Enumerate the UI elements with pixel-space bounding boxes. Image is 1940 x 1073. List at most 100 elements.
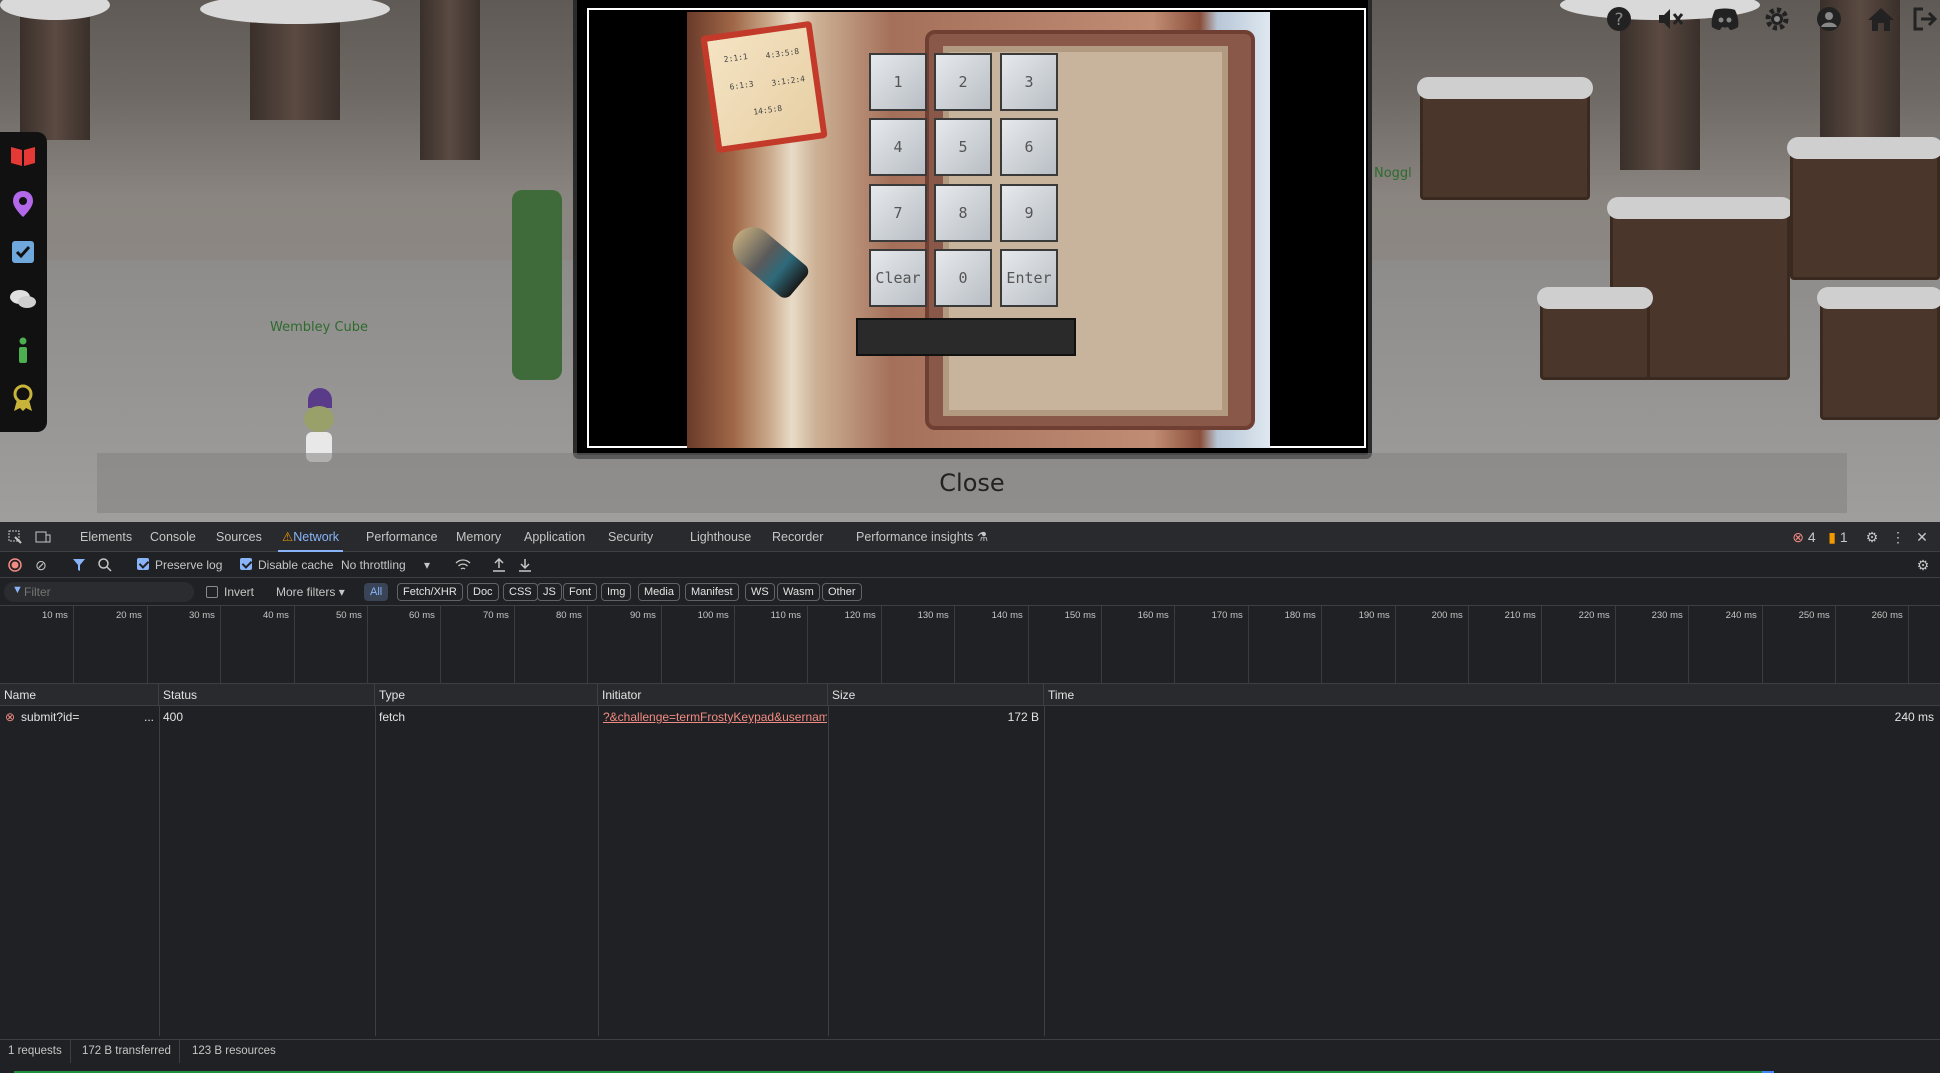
tab-security[interactable]: Security [604,522,657,552]
type-filter-other[interactable]: Other [822,583,862,601]
key-0[interactable]: 0 [934,249,992,307]
more-filters-label: More filters [276,585,336,599]
preserve-log-checkbox[interactable] [137,558,149,570]
tab-performance[interactable]: Performance [362,522,442,552]
close-devtools-icon[interactable]: ✕ [1914,522,1930,552]
tab-console[interactable]: Console [146,522,200,552]
type-filter-media[interactable]: Media [638,583,680,601]
tab-lighthouse[interactable]: Lighthouse [686,522,755,552]
help-icon[interactable]: ? [1604,4,1634,34]
inspect-element-icon[interactable] [6,522,24,552]
type-filter-font[interactable]: Font [563,583,598,601]
crate [1417,77,1593,200]
type-filter-js[interactable]: JS [537,583,562,601]
column-header-initiator[interactable]: Initiator [598,684,828,706]
column-header-name[interactable]: Name [0,684,159,706]
issue-count: 1 [1839,529,1848,545]
throttling-select[interactable]: No throttling [341,552,406,578]
account-icon[interactable] [1814,4,1844,34]
tab-application[interactable]: Application [520,522,589,552]
type-filter-wasm[interactable]: Wasm [777,583,820,601]
filter-input[interactable] [4,582,194,602]
table-row[interactable]: ⊗ submit?id= ... 400 fetch ?&challenge=t… [0,706,1940,728]
info-icon[interactable] [9,336,37,364]
import-har-icon[interactable] [490,552,508,578]
close-button[interactable]: Close [97,453,1847,513]
logout-icon[interactable] [1910,4,1940,34]
note-line: 3:1:2:4 [770,74,806,88]
record-icon[interactable] [6,552,24,578]
chat-icon[interactable] [9,286,37,314]
network-timeline-overview[interactable]: 10 ms 20 ms 30 ms 40 ms 50 ms 60 ms 70 ms 80 ms… [0,606,1940,684]
key-clear[interactable]: Clear [869,249,927,307]
clear-log-icon[interactable]: ⊘ [32,552,50,578]
timeline-tick-label: 80 ms [556,610,582,621]
error-icon: ⊗ [1792,528,1805,545]
chevron-down-icon[interactable]: ▾ [424,552,430,578]
key-3[interactable]: 3 [1000,53,1058,111]
type-filter-all[interactable]: All [364,583,389,601]
search-icon[interactable] [96,552,114,578]
more-filters-dropdown[interactable]: More filters ▾ [276,579,345,605]
badge-icon[interactable] [9,384,37,412]
book-icon[interactable] [9,142,37,170]
settings-gear-icon[interactable]: ⚙ [1862,522,1882,552]
request-initiator-link[interactable]: ?&challenge=termFrostyKeypad&usernam [603,706,827,728]
error-counter[interactable]: ⊗ 4 [1784,522,1824,552]
column-divider [828,706,829,1036]
type-filter-fetch-xhr[interactable]: Fetch/XHR [397,583,463,601]
tab-performance-insights[interactable]: Performance insights ⚗ [852,522,992,552]
more-options-icon[interactable]: ⋮ [1890,522,1906,552]
tab-memory[interactable]: Memory [452,522,505,552]
timeline-tick-label: 170 ms [1211,610,1243,621]
type-filter-manifest[interactable]: Manifest [685,583,739,601]
filter-icon[interactable] [70,552,88,578]
timeline-tick [1395,606,1396,684]
network-settings-icon[interactable]: ⚙ [1914,552,1932,578]
issue-counter[interactable]: ▮ 1 [1820,522,1856,552]
request-name[interactable]: submit?id= [21,706,139,728]
tab-sources[interactable]: Sources [212,522,266,552]
network-conditions-icon[interactable] [454,552,472,578]
key-4[interactable]: 4 [869,118,927,176]
type-filter-doc[interactable]: Doc [467,583,499,601]
type-filter-img[interactable]: Img [601,583,632,601]
invert-label: Invert [224,585,255,599]
export-har-icon[interactable] [516,552,534,578]
invert-checkbox[interactable] [206,586,218,598]
column-header-time[interactable]: Time [1044,684,1940,706]
timeline-tick-label: 190 ms [1358,610,1390,621]
device-toolbar-icon[interactable] [34,522,52,552]
column-header-type[interactable]: Type [375,684,598,706]
key-8[interactable]: 8 [934,184,992,242]
home-icon[interactable] [1866,4,1896,34]
timeline-tick-label: 50 ms [336,610,362,621]
disable-cache-checkbox[interactable] [240,558,252,570]
request-table-body: ⊗ submit?id= ... 400 fetch ?&challenge=t… [0,706,1940,1036]
type-filter-css[interactable]: CSS [503,583,538,601]
tab-elements[interactable]: Elements [76,522,136,552]
settings-icon[interactable] [1762,4,1792,34]
key-1[interactable]: 1 [869,53,927,111]
tab-network[interactable]: ⚠Network [278,522,344,552]
key-2[interactable]: 2 [934,53,992,111]
column-header-size[interactable]: Size [828,684,1044,706]
timeline-tick [661,606,662,684]
column-header-status[interactable]: Status [159,684,375,706]
timeline-tick [954,606,955,684]
tab-recorder[interactable]: Recorder [768,522,827,552]
timeline-tick-label: 100 ms [697,610,729,621]
type-filter-ws[interactable]: WS [745,583,775,601]
key-6[interactable]: 6 [1000,118,1058,176]
location-pin-icon[interactable] [9,190,37,218]
discord-icon[interactable] [1710,4,1740,34]
key-enter[interactable]: Enter [1000,249,1058,307]
key-5[interactable]: 5 [934,118,992,176]
mute-icon[interactable] [1656,4,1686,34]
request-type: fetch [379,710,406,724]
timeline-tick-label: 40 ms [263,610,289,621]
key-7[interactable]: 7 [869,184,927,242]
note-line: 2:1:1 [723,52,749,65]
checklist-icon[interactable] [9,238,37,266]
key-9[interactable]: 9 [1000,184,1058,242]
